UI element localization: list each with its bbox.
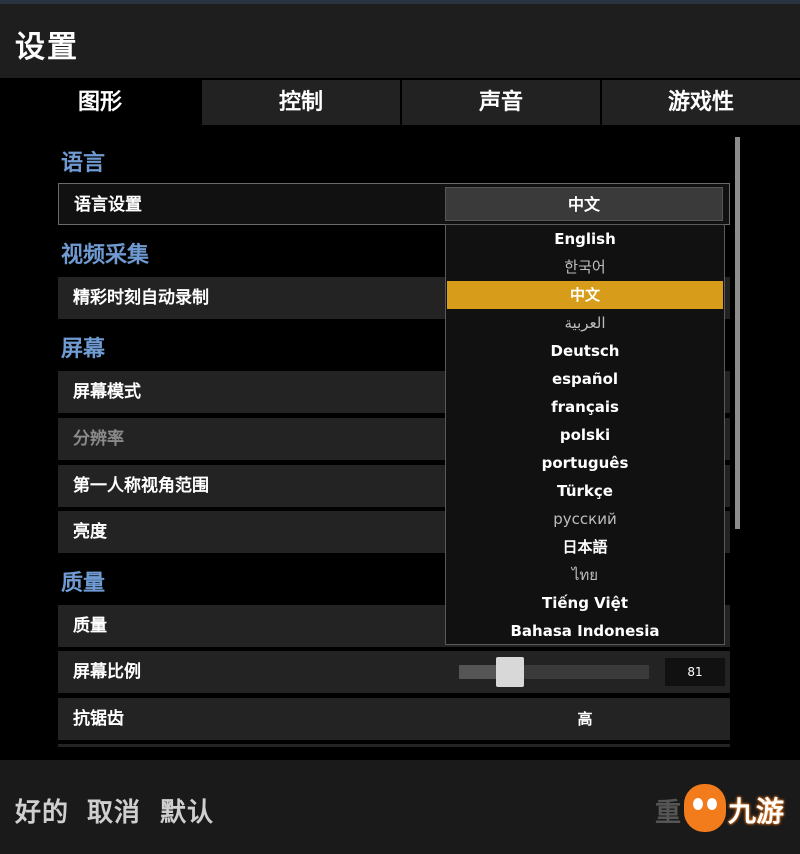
- cancel-button[interactable]: 取消: [87, 792, 141, 829]
- language-option-french[interactable]: français: [446, 393, 724, 421]
- screen-scale-slider-thumb[interactable]: [496, 657, 524, 687]
- language-option-japanese[interactable]: 日本語: [446, 533, 724, 561]
- screen-scale-value-box[interactable]: 81: [665, 658, 725, 686]
- brightness-label: 亮度: [73, 522, 107, 542]
- antialiasing-label: 抗锯齿: [73, 709, 124, 729]
- tab-controls[interactable]: 控制: [202, 80, 400, 125]
- language-option-turkish[interactable]: Türkçe: [446, 477, 724, 505]
- language-option-vietnamese[interactable]: Tiếng Việt: [446, 589, 724, 617]
- settings-footer: 好的 取消 默认 重: [0, 760, 800, 854]
- tab-graphics[interactable]: 图形: [0, 80, 200, 125]
- screen-mode-label: 屏幕模式: [73, 382, 141, 402]
- language-option-polish[interactable]: polski: [446, 421, 724, 449]
- section-title-quality: 质量: [61, 571, 106, 596]
- default-button[interactable]: 默认: [160, 792, 214, 829]
- mascot-eye-right-icon: [707, 798, 717, 810]
- resolution-label: 分辨率: [73, 429, 124, 449]
- language-dropdown-selected[interactable]: 中文: [445, 187, 723, 221]
- settings-header: 设置: [0, 0, 800, 78]
- tab-gameplay[interactable]: 游戏性: [602, 80, 800, 125]
- language-option-thai[interactable]: ไทย: [446, 561, 724, 589]
- language-option-indonesian[interactable]: Bahasa Indonesia: [446, 617, 724, 645]
- language-option-portuguese[interactable]: português: [446, 449, 724, 477]
- language-option-english[interactable]: English: [446, 225, 724, 253]
- section-title-language: 语言: [61, 151, 106, 176]
- language-option-korean[interactable]: 한국어: [446, 253, 724, 281]
- language-dropdown-list: English 한국어 中文 العربية Deutsch español f…: [445, 224, 725, 645]
- reset-button-partial[interactable]: 重: [655, 792, 681, 829]
- language-setting-label: 语言设置: [74, 195, 142, 215]
- section-title-video: 视频采集: [61, 243, 150, 268]
- next-setting-row-partial: [58, 744, 730, 747]
- mascot-eye-left-icon: [693, 798, 703, 810]
- language-option-russian[interactable]: русский: [446, 505, 724, 533]
- tab-bar: 图形 控制 声音 游戏性: [0, 78, 800, 125]
- screen-scale-label: 屏幕比例: [73, 662, 141, 682]
- ok-button[interactable]: 好的: [15, 792, 69, 829]
- language-option-german[interactable]: Deutsch: [446, 337, 724, 365]
- language-option-chinese[interactable]: 中文: [447, 281, 723, 309]
- antialiasing-value: 高: [577, 710, 593, 728]
- fov-label: 第一人称视角范围: [73, 476, 209, 496]
- mascot-icon: [684, 784, 726, 832]
- watermark-text: 九游: [728, 795, 785, 828]
- page-title: 设置: [15, 30, 79, 65]
- section-title-screen: 屏幕: [61, 337, 106, 362]
- highlight-record-label: 精彩时刻自动录制: [73, 288, 209, 308]
- watermark-logo: 九游: [684, 784, 794, 832]
- language-option-arabic[interactable]: العربية: [446, 309, 724, 337]
- tab-sound[interactable]: 声音: [402, 80, 600, 125]
- settings-scrollbar[interactable]: [735, 137, 740, 529]
- antialiasing-row[interactable]: 抗锯齿 高: [58, 698, 730, 740]
- language-option-spanish[interactable]: español: [446, 365, 724, 393]
- header-top-strip: [0, 0, 800, 4]
- screen-scale-slider[interactable]: [459, 657, 649, 687]
- screen-scale-row: 屏幕比例 81: [58, 651, 730, 693]
- quality-label: 质量: [73, 616, 107, 636]
